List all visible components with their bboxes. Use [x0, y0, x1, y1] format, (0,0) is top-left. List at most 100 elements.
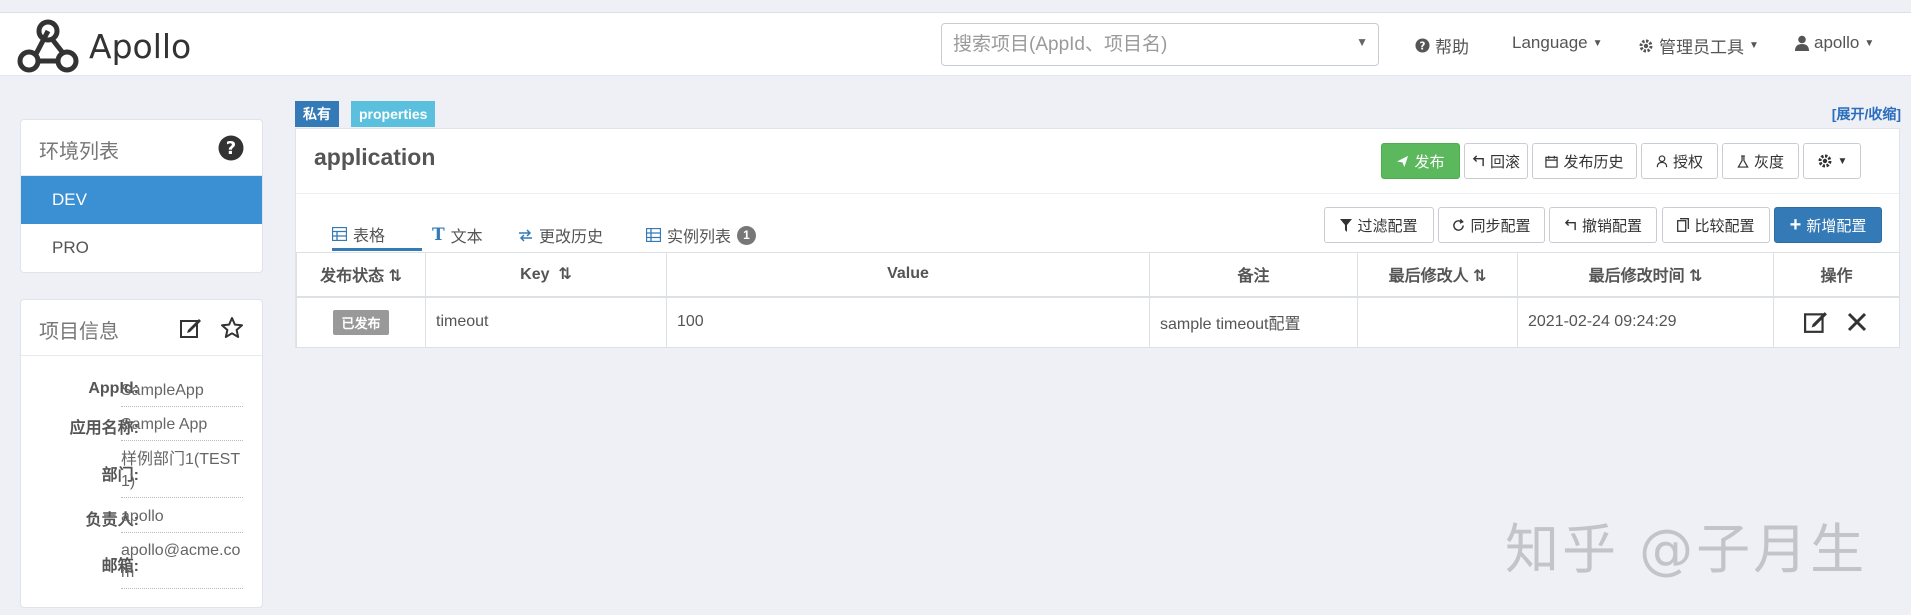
appid-value: SampleApp [121, 380, 243, 407]
question-circle-icon: ? [1415, 38, 1430, 53]
filter-icon [1340, 218, 1353, 232]
revoke-config-label: 撤销配置 [1581, 217, 1642, 235]
environment-panel-header: 环境列表 ? [21, 120, 262, 176]
column-header-actions: 操作 [1773, 252, 1900, 298]
caret-down-icon: ▼ [1749, 40, 1759, 51]
publish-button[interactable]: 发布 [1381, 143, 1460, 179]
env-item-dev[interactable]: DEV [21, 176, 262, 224]
publish-history-label: 发布历史 [1563, 153, 1624, 171]
brand-name: Apollo [89, 26, 192, 66]
caret-down-icon: ▼ [1864, 37, 1875, 49]
edit-row-icon[interactable] [1804, 310, 1828, 334]
caret-down-icon: ▼ [1592, 37, 1603, 49]
env-item-pro[interactable]: PRO [21, 224, 262, 272]
send-icon [1397, 155, 1409, 167]
caret-down-icon: ▼ [1837, 155, 1848, 167]
sync-config-button[interactable]: 同步配置 [1438, 207, 1545, 243]
modified-time-cell: 2021-02-24 09:24:29 [1517, 296, 1774, 348]
column-header-modified-time[interactable]: 最后修改时间 ⇅ [1517, 252, 1774, 298]
tab-text[interactable]: T 文本 [432, 219, 483, 251]
column-header-key[interactable]: Key ⇅ [425, 252, 667, 298]
department-value: 样例部门1(TEST1) [121, 449, 243, 498]
project-info-panel: 项目信息 AppId: SampleApp 应用名称: Sample App 部… [20, 299, 263, 608]
gear-icon [1818, 154, 1832, 168]
watermark-text: 知乎 @子月生 [1505, 518, 1868, 581]
status-badge: 已发布 [333, 309, 389, 335]
undo-icon [1564, 218, 1576, 230]
column-header-value: Value [666, 252, 1150, 298]
th-list-icon [646, 228, 661, 242]
admin-tools-dropdown[interactable]: 管理员工具 ▼ [1638, 33, 1759, 58]
grant-button[interactable]: 授权 [1641, 143, 1718, 179]
filter-config-button[interactable]: 过滤配置 [1324, 207, 1434, 243]
gear-icon [1639, 39, 1653, 52]
svg-text:?: ? [1420, 40, 1426, 52]
compare-config-button[interactable]: 比较配置 [1662, 207, 1770, 243]
settings-dropdown-button[interactable]: ▼ [1803, 143, 1861, 179]
sort-icon: ⇅ [1473, 268, 1487, 286]
user-icon [1795, 35, 1809, 51]
user-name: apollo [1814, 33, 1860, 52]
gray-release-label: 灰度 [1753, 153, 1784, 171]
compare-icon [1677, 218, 1690, 232]
card-divider [296, 193, 1899, 194]
svg-text:?: ? [226, 138, 236, 159]
private-tag: 私有 [295, 101, 339, 127]
add-config-button[interactable]: + 新增配置 [1774, 207, 1882, 243]
publish-label: 发布 [1414, 153, 1445, 171]
edit-icon[interactable] [180, 317, 202, 339]
status-cell: 已发布 [296, 296, 426, 348]
key-cell: timeout [425, 296, 667, 348]
tab-table-label: 表格 [353, 227, 386, 245]
comment-cell: sample timeout配置 [1149, 296, 1358, 348]
grant-label: 授权 [1672, 153, 1703, 171]
help-link[interactable]: ? 帮助 [1415, 33, 1469, 58]
compare-config-label: 比较配置 [1694, 217, 1755, 235]
sync-config-label: 同步配置 [1470, 217, 1531, 235]
language-dropdown[interactable]: Language ▼ [1512, 33, 1603, 53]
rollback-label: 回滚 [1489, 153, 1520, 171]
tab-table[interactable]: 表格 [332, 219, 422, 251]
column-header-status[interactable]: 发布状态 ⇅ [296, 252, 426, 298]
chevron-down-icon[interactable]: ▼ [1356, 35, 1368, 49]
star-icon[interactable] [220, 316, 244, 340]
project-search[interactable]: ▼ [941, 23, 1379, 66]
delete-row-icon[interactable] [1846, 311, 1868, 333]
column-header-modifier[interactable]: 最后修改人 ⇅ [1357, 252, 1518, 298]
sort-icon: ⇅ [1689, 268, 1703, 286]
admin-tools-label: 管理员工具 [1659, 38, 1744, 57]
help-label: 帮助 [1435, 38, 1469, 57]
modifier-cell [1357, 296, 1518, 348]
flask-icon [1737, 154, 1749, 168]
gray-release-button[interactable]: 灰度 [1722, 143, 1799, 179]
refresh-icon [1453, 218, 1465, 231]
project-info-title: 项目信息 [39, 321, 119, 343]
actions-cell [1773, 296, 1900, 348]
rollback-button[interactable]: 回滚 [1464, 143, 1528, 179]
config-table: 发布状态 ⇅ Key ⇅ Value 备注 最后修改人 ⇅ 最后修改时间 ⇅ 操… [296, 252, 1900, 348]
text-icon: T [432, 225, 445, 245]
column-header-comment: 备注 [1149, 252, 1358, 298]
sort-icon: ⇅ [558, 266, 572, 284]
user-icon [1656, 154, 1668, 167]
tab-change-history[interactable]: 更改历史 [518, 219, 603, 251]
app-name-value: Sample App [121, 414, 243, 441]
tab-instances[interactable]: 实例列表 1 [646, 219, 757, 251]
revoke-config-button[interactable]: 撤销配置 [1549, 207, 1657, 243]
apollo-logo[interactable]: Apollo [17, 19, 191, 73]
calendar-icon [1545, 155, 1559, 168]
email-value: apollo@acme.com [121, 540, 243, 589]
environment-panel-title: 环境列表 [39, 141, 119, 163]
publish-history-button[interactable]: 发布历史 [1532, 143, 1637, 179]
format-tag: properties [351, 101, 436, 127]
project-info-header: 项目信息 [21, 300, 262, 356]
expand-collapse-link[interactable]: [展开/收缩] [1832, 104, 1901, 124]
user-menu[interactable]: apollo ▼ [1795, 33, 1874, 53]
tab-change-history-label: 更改历史 [539, 229, 604, 246]
environment-panel: 环境列表 ? DEV PRO [20, 119, 263, 273]
plus-icon: + [1789, 214, 1802, 236]
help-circle-icon[interactable]: ? [218, 135, 244, 161]
add-config-label: 新增配置 [1806, 217, 1867, 235]
project-search-input[interactable] [942, 24, 1342, 65]
exchange-icon [519, 228, 532, 242]
